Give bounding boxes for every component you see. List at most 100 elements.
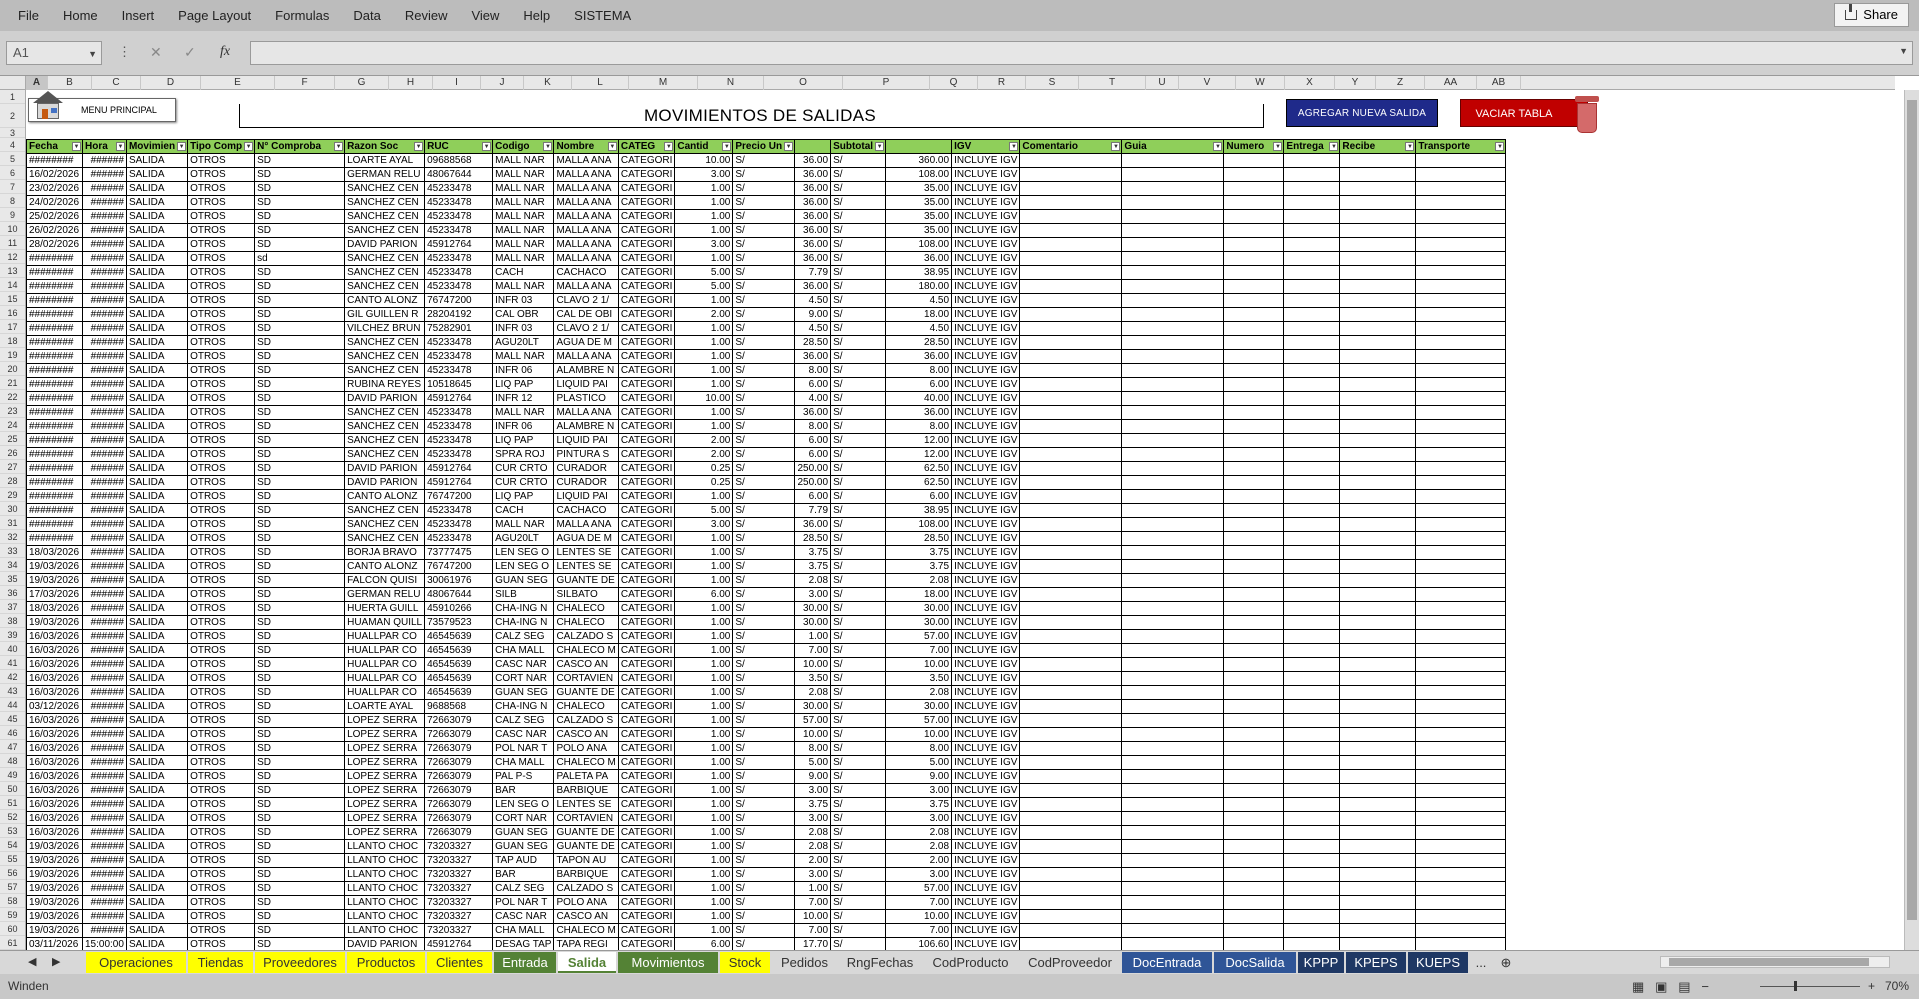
table-cell[interactable]: LLANTO CHOC bbox=[344, 881, 426, 896]
table-cell[interactable]: SALIDA bbox=[125, 167, 189, 182]
row-header[interactable]: 42 bbox=[0, 670, 25, 684]
table-cell[interactable]: OTROS bbox=[187, 391, 256, 406]
table-cell[interactable]: ###### bbox=[82, 363, 127, 378]
table-cell[interactable]: CATEGORI bbox=[617, 153, 676, 168]
filter-dropdown-icon[interactable]: ▼ bbox=[334, 142, 344, 151]
filter-dropdown-icon[interactable]: ▼ bbox=[72, 142, 81, 151]
table-cell[interactable]: 2.00 bbox=[674, 307, 734, 322]
column-header[interactable]: C bbox=[92, 76, 141, 90]
table-cell[interactable] bbox=[1339, 755, 1417, 770]
table-cell[interactable]: 3.00 bbox=[794, 587, 832, 602]
table-cell[interactable]: ######## bbox=[26, 405, 83, 420]
table-cell[interactable] bbox=[1223, 461, 1285, 476]
table-cell[interactable]: INCLUYE IGV bbox=[951, 867, 1021, 882]
table-cell[interactable]: 30.00 bbox=[794, 601, 832, 616]
table-cell[interactable]: ######## bbox=[26, 293, 83, 308]
table-header[interactable]: CATEG ▼ bbox=[617, 139, 676, 154]
table-cell[interactable]: CATEGORI bbox=[617, 447, 676, 462]
table-cell[interactable] bbox=[1283, 279, 1341, 294]
table-cell[interactable]: ###### bbox=[82, 783, 127, 798]
table-cell[interactable] bbox=[1121, 853, 1225, 868]
table-cell[interactable]: SD bbox=[254, 853, 346, 868]
table-cell[interactable]: CASCO AN bbox=[553, 727, 619, 742]
table-cell[interactable] bbox=[1339, 601, 1417, 616]
row-header[interactable]: 17 bbox=[0, 320, 25, 334]
table-cell[interactable]: OTROS bbox=[187, 601, 256, 616]
table-cell[interactable]: CATEGORI bbox=[617, 839, 676, 854]
table-cell[interactable] bbox=[1223, 643, 1285, 658]
table-cell[interactable] bbox=[1019, 685, 1123, 700]
table-cell[interactable]: OTROS bbox=[187, 909, 256, 924]
table-cell[interactable] bbox=[1339, 167, 1417, 182]
table-header[interactable]: Recibe ▼ bbox=[1339, 139, 1417, 154]
row-header[interactable]: 60 bbox=[0, 922, 25, 936]
table-cell[interactable]: CATEGORI bbox=[617, 349, 676, 364]
table-cell[interactable]: 45233478 bbox=[424, 503, 494, 518]
table-cell[interactable]: OTROS bbox=[187, 727, 256, 742]
table-cell[interactable] bbox=[1121, 503, 1225, 518]
table-cell[interactable]: RUBINA REYES bbox=[344, 377, 426, 392]
table-cell[interactable]: LIQUID PAI bbox=[553, 433, 619, 448]
table-cell[interactable]: 4.50 bbox=[794, 321, 832, 336]
table-cell[interactable]: CORTAVIEN bbox=[553, 811, 619, 826]
table-cell[interactable]: ###### bbox=[82, 377, 127, 392]
table-cell[interactable]: CATEGORI bbox=[617, 741, 676, 756]
table-cell[interactable] bbox=[1283, 405, 1341, 420]
table-cell[interactable]: LIQ PAP bbox=[492, 489, 555, 504]
table-cell[interactable]: HUALLPAR CO bbox=[344, 643, 426, 658]
filter-dropdown-icon[interactable]: ▼ bbox=[177, 142, 187, 151]
table-cell[interactable]: S/ bbox=[732, 363, 796, 378]
table-cell[interactable] bbox=[1415, 839, 1507, 854]
table-cell[interactable]: OTROS bbox=[187, 377, 256, 392]
cancel-icon[interactable]: ✕ bbox=[150, 44, 162, 61]
table-cell[interactable]: S/ bbox=[732, 321, 796, 336]
table-cell[interactable]: SALIDA bbox=[125, 307, 189, 322]
table-cell[interactable]: CUR CRTO bbox=[492, 475, 555, 490]
table-cell[interactable] bbox=[1121, 223, 1225, 238]
table-cell[interactable]: SALIDA bbox=[125, 237, 189, 252]
table-cell[interactable]: CASC NAR bbox=[492, 657, 555, 672]
table-cell[interactable]: 1.00 bbox=[674, 573, 734, 588]
table-cell[interactable]: 1.00 bbox=[674, 195, 734, 210]
table-cell[interactable]: INCLUYE IGV bbox=[951, 279, 1021, 294]
table-header[interactable] bbox=[794, 139, 832, 154]
table-cell[interactable]: SALIDA bbox=[125, 783, 189, 798]
filter-dropdown-icon[interactable]: ▼ bbox=[1495, 142, 1505, 151]
sheet-tab-docsalida[interactable]: DocSalida bbox=[1214, 952, 1296, 973]
table-cell[interactable]: S/ bbox=[732, 349, 796, 364]
column-header[interactable]: Z bbox=[1376, 76, 1425, 90]
table-cell[interactable]: SALIDA bbox=[125, 545, 189, 560]
table-cell[interactable]: 36.00 bbox=[794, 279, 832, 294]
table-cell[interactable]: BARBIQUE bbox=[553, 783, 619, 798]
table-cell[interactable] bbox=[1121, 895, 1225, 910]
table-cell[interactable] bbox=[1019, 587, 1123, 602]
table-cell[interactable] bbox=[1415, 321, 1507, 336]
filter-dropdown-icon[interactable]: ▼ bbox=[722, 142, 732, 151]
table-cell[interactable]: SALIDA bbox=[125, 909, 189, 924]
table-cell[interactable] bbox=[1415, 251, 1507, 266]
table-cell[interactable] bbox=[1019, 223, 1123, 238]
table-cell[interactable]: S/ bbox=[732, 419, 796, 434]
table-cell[interactable] bbox=[1121, 937, 1225, 950]
table-cell[interactable] bbox=[1283, 167, 1341, 182]
table-cell[interactable]: INCLUYE IGV bbox=[951, 391, 1021, 406]
table-cell[interactable]: S/ bbox=[830, 237, 887, 252]
table-cell[interactable] bbox=[1283, 209, 1341, 224]
table-cell[interactable]: 19/03/2026 bbox=[26, 853, 83, 868]
table-cell[interactable]: INCLUYE IGV bbox=[951, 167, 1021, 182]
table-cell[interactable]: ###### bbox=[82, 923, 127, 938]
row-header[interactable]: 30 bbox=[0, 502, 25, 516]
table-cell[interactable]: S/ bbox=[830, 601, 887, 616]
table-cell[interactable]: SALIDA bbox=[125, 293, 189, 308]
table-cell[interactable]: 1.00 bbox=[674, 223, 734, 238]
function-icon[interactable]: fx bbox=[220, 44, 230, 60]
table-cell[interactable]: SD bbox=[254, 573, 346, 588]
table-cell[interactable]: 45233478 bbox=[424, 419, 494, 434]
table-cell[interactable]: 1.00 bbox=[674, 727, 734, 742]
table-cell[interactable] bbox=[1223, 391, 1285, 406]
table-cell[interactable]: INFR 06 bbox=[492, 363, 555, 378]
menu-principal-button[interactable]: MENU PRINCIPAL bbox=[28, 91, 176, 122]
table-cell[interactable]: CATEGORI bbox=[617, 895, 676, 910]
table-cell[interactable] bbox=[1415, 153, 1507, 168]
table-cell[interactable] bbox=[1415, 363, 1507, 378]
